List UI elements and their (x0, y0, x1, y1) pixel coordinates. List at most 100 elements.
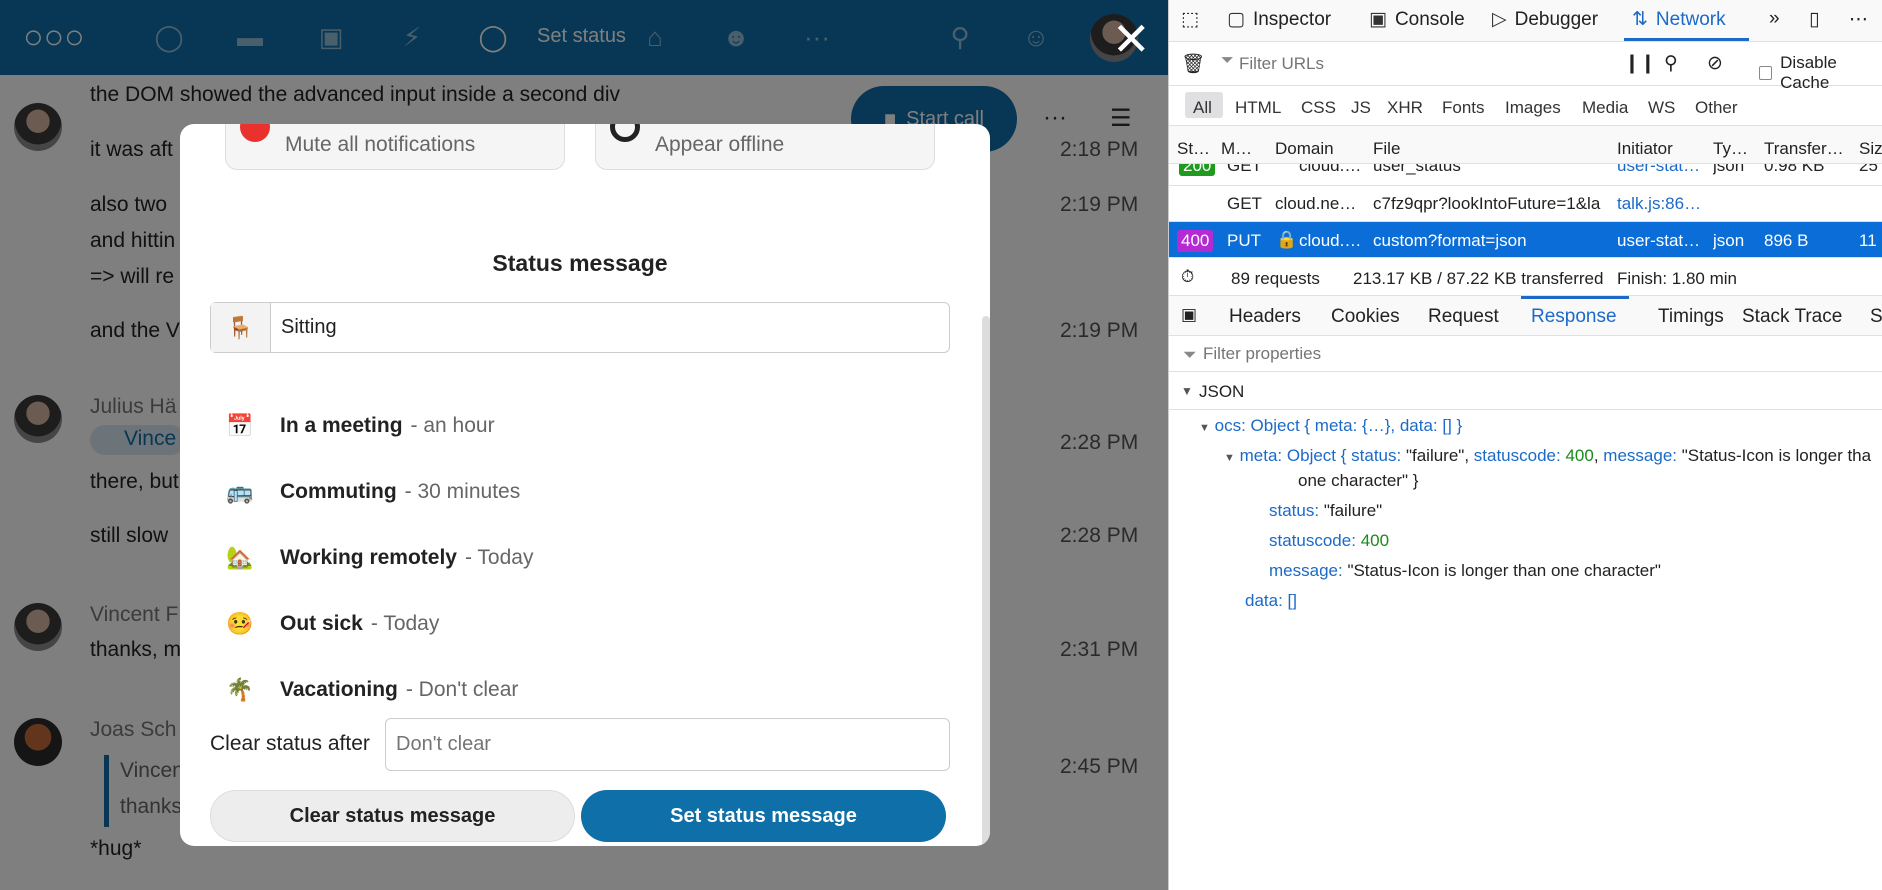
json-value: Object { status: (1286, 446, 1406, 465)
filter-xhr[interactable]: XHR (1387, 98, 1423, 118)
json-row-statuscode[interactable]: statuscode: 400 (1269, 531, 1389, 551)
table-row[interactable]: GET cloud.ne… c7fz9qpr?lookIntoFuture=1&… (1169, 186, 1882, 222)
clear-after-select[interactable] (385, 718, 950, 771)
json-title: JSON (1199, 382, 1245, 401)
request-method: GET (1227, 194, 1262, 213)
request-type: json (1713, 164, 1745, 175)
tab-cookies[interactable]: Cookies (1331, 306, 1400, 328)
palm-tree-icon: 🌴 (226, 677, 254, 702)
set-status-button[interactable]: Set status message (581, 790, 946, 842)
filter-all[interactable]: All (1193, 98, 1212, 118)
preset-working-remotely[interactable]: 🏡 Working remotely - Today (226, 538, 533, 578)
filter-properties-input[interactable] (1203, 340, 1603, 368)
json-row-message[interactable]: message: "Status-Icon is longer than one… (1269, 561, 1661, 581)
json-value: one character" } (1298, 471, 1419, 490)
devtools-toolbar: ⬚ ▢ Inspector ▣ Console ▷ Debugger ⇅ Network… (1169, 0, 1882, 42)
json-value: Object { meta: {…}, data: [] } (1250, 416, 1463, 435)
inspector-icon: ▢ (1227, 9, 1245, 30)
sick-face-icon: 🤒 (226, 611, 254, 636)
json-row-meta[interactable]: ▼ meta: Object { status: "failure", stat… (1224, 446, 1871, 466)
request-type-filters: All HTML CSS JS XHR Fonts Images Media W… (1169, 86, 1882, 126)
json-row-data[interactable]: data: [] (1245, 591, 1297, 611)
filter-media[interactable]: Media (1582, 98, 1628, 118)
filter-images[interactable]: Images (1505, 98, 1561, 118)
request-size: 25 (1859, 164, 1878, 175)
json-row-status[interactable]: status: "failure" (1269, 501, 1382, 521)
more-tools-icon[interactable]: » (1769, 8, 1780, 30)
tab-request[interactable]: Request (1428, 306, 1499, 328)
preset-label: Out sick (280, 612, 363, 635)
column-transferred[interactable]: Transfer… (1764, 139, 1844, 159)
response-tab-underline (1521, 296, 1629, 299)
preset-in-a-meeting[interactable]: 📅 In a meeting - an hour (226, 406, 495, 446)
filter-ws[interactable]: WS (1648, 98, 1675, 118)
status-option-label: Mute all notifications (285, 133, 476, 156)
modal-scrollbar[interactable] (982, 316, 990, 846)
network-tab-underline (1624, 38, 1749, 41)
request-initiator: user-stat… (1617, 231, 1701, 250)
preset-vacationing[interactable]: 🌴 Vacationing - Don't clear (226, 670, 518, 710)
json-value: 400 (1360, 531, 1390, 550)
clear-after-label: Clear status after (210, 732, 370, 755)
emoji-picker-button[interactable]: 🪑 (211, 303, 271, 352)
filter-js[interactable]: JS (1351, 98, 1371, 118)
tab-headers[interactable]: Headers (1229, 306, 1301, 328)
column-file[interactable]: File (1373, 139, 1400, 159)
trash-icon[interactable]: 🗑 (1181, 52, 1205, 76)
json-section-header[interactable]: ▼ JSON (1169, 372, 1882, 410)
request-domain: cloud.… (1299, 164, 1362, 175)
preset-commuting[interactable]: 🚌 Commuting - 30 minutes (226, 472, 520, 512)
status-message-input[interactable] (271, 303, 949, 352)
preset-clear: - 30 minutes (404, 480, 521, 503)
chevron-down-icon: ▼ (1199, 422, 1210, 434)
offline-icon (610, 124, 640, 142)
preset-out-sick[interactable]: 🤒 Out sick - Today (226, 604, 439, 644)
status-badge: 400 (1177, 230, 1214, 252)
tab-console[interactable]: ▣ Console (1369, 8, 1465, 31)
table-row-selected[interactable]: 400 PUT 🔒 cloud.… custom?format=json use… (1169, 222, 1882, 258)
tab-debugger[interactable]: ▷ Debugger (1492, 8, 1598, 31)
tab-network[interactable]: ⇅ Network (1632, 8, 1726, 31)
filter-icon: ⏷ (1221, 52, 1234, 69)
filter-properties-bar: ⏷ (1169, 336, 1882, 372)
tab-security[interactable]: Se (1870, 306, 1882, 328)
filter-urls-input[interactable] (1239, 50, 1589, 78)
column-method[interactable]: M… (1221, 139, 1252, 159)
column-type[interactable]: Ty… (1713, 139, 1748, 159)
pause-icon[interactable]: ❙❙ (1624, 52, 1656, 75)
request-transferred: 896 B (1764, 231, 1809, 250)
preset-clear: - Today (370, 612, 440, 635)
filter-css[interactable]: CSS (1301, 98, 1336, 118)
tab-stack-trace[interactable]: Stack Trace (1742, 306, 1842, 328)
requests-summary: ⏱ 89 requests 213.17 KB / 87.22 KB trans… (1169, 258, 1882, 296)
house-icon: 🏡 (226, 545, 254, 570)
block-icon[interactable]: ⊘ (1707, 52, 1723, 75)
column-size[interactable]: Siz (1859, 139, 1882, 159)
tab-timings[interactable]: Timings (1658, 306, 1724, 328)
panel-toggle-icon[interactable]: ▣ (1181, 305, 1197, 325)
request-file: user_status (1373, 164, 1461, 175)
tab-response[interactable]: Response (1531, 306, 1617, 328)
console-icon: ▣ (1369, 9, 1387, 30)
menu-icon[interactable]: ⋯ (1849, 8, 1868, 31)
search-icon[interactable]: ⚲ (1664, 52, 1678, 75)
table-row[interactable]: 200 GET cloud.… user_status user-stat… j… (1169, 164, 1882, 186)
filter-other[interactable]: Other (1695, 98, 1738, 118)
status-option-dnd[interactable]: Mute all notifications (225, 124, 565, 170)
tab-label: Network (1655, 8, 1726, 30)
filter-html[interactable]: HTML (1235, 98, 1281, 118)
pick-element-icon[interactable]: ⬚ (1181, 8, 1199, 31)
responsive-mode-icon[interactable]: ▯ (1809, 8, 1819, 31)
status-option-offline[interactable]: Appear offline (595, 124, 935, 170)
clear-status-button[interactable]: Clear status message (210, 790, 575, 842)
tab-label: Inspector (1252, 8, 1332, 30)
column-domain[interactable]: Domain (1275, 139, 1334, 159)
column-status[interactable]: St… (1177, 139, 1210, 159)
json-row-ocs[interactable]: ▼ ocs: Object { meta: {…}, data: [] } (1199, 416, 1462, 436)
request-initiator: talk.js:86… (1617, 194, 1702, 213)
close-icon[interactable]: ✕ (1112, 16, 1151, 62)
request-size: 11 (1859, 231, 1877, 250)
column-initiator[interactable]: Initiator (1617, 139, 1673, 159)
filter-fonts[interactable]: Fonts (1442, 98, 1485, 118)
tab-inspector[interactable]: ▢ Inspector (1227, 8, 1331, 31)
